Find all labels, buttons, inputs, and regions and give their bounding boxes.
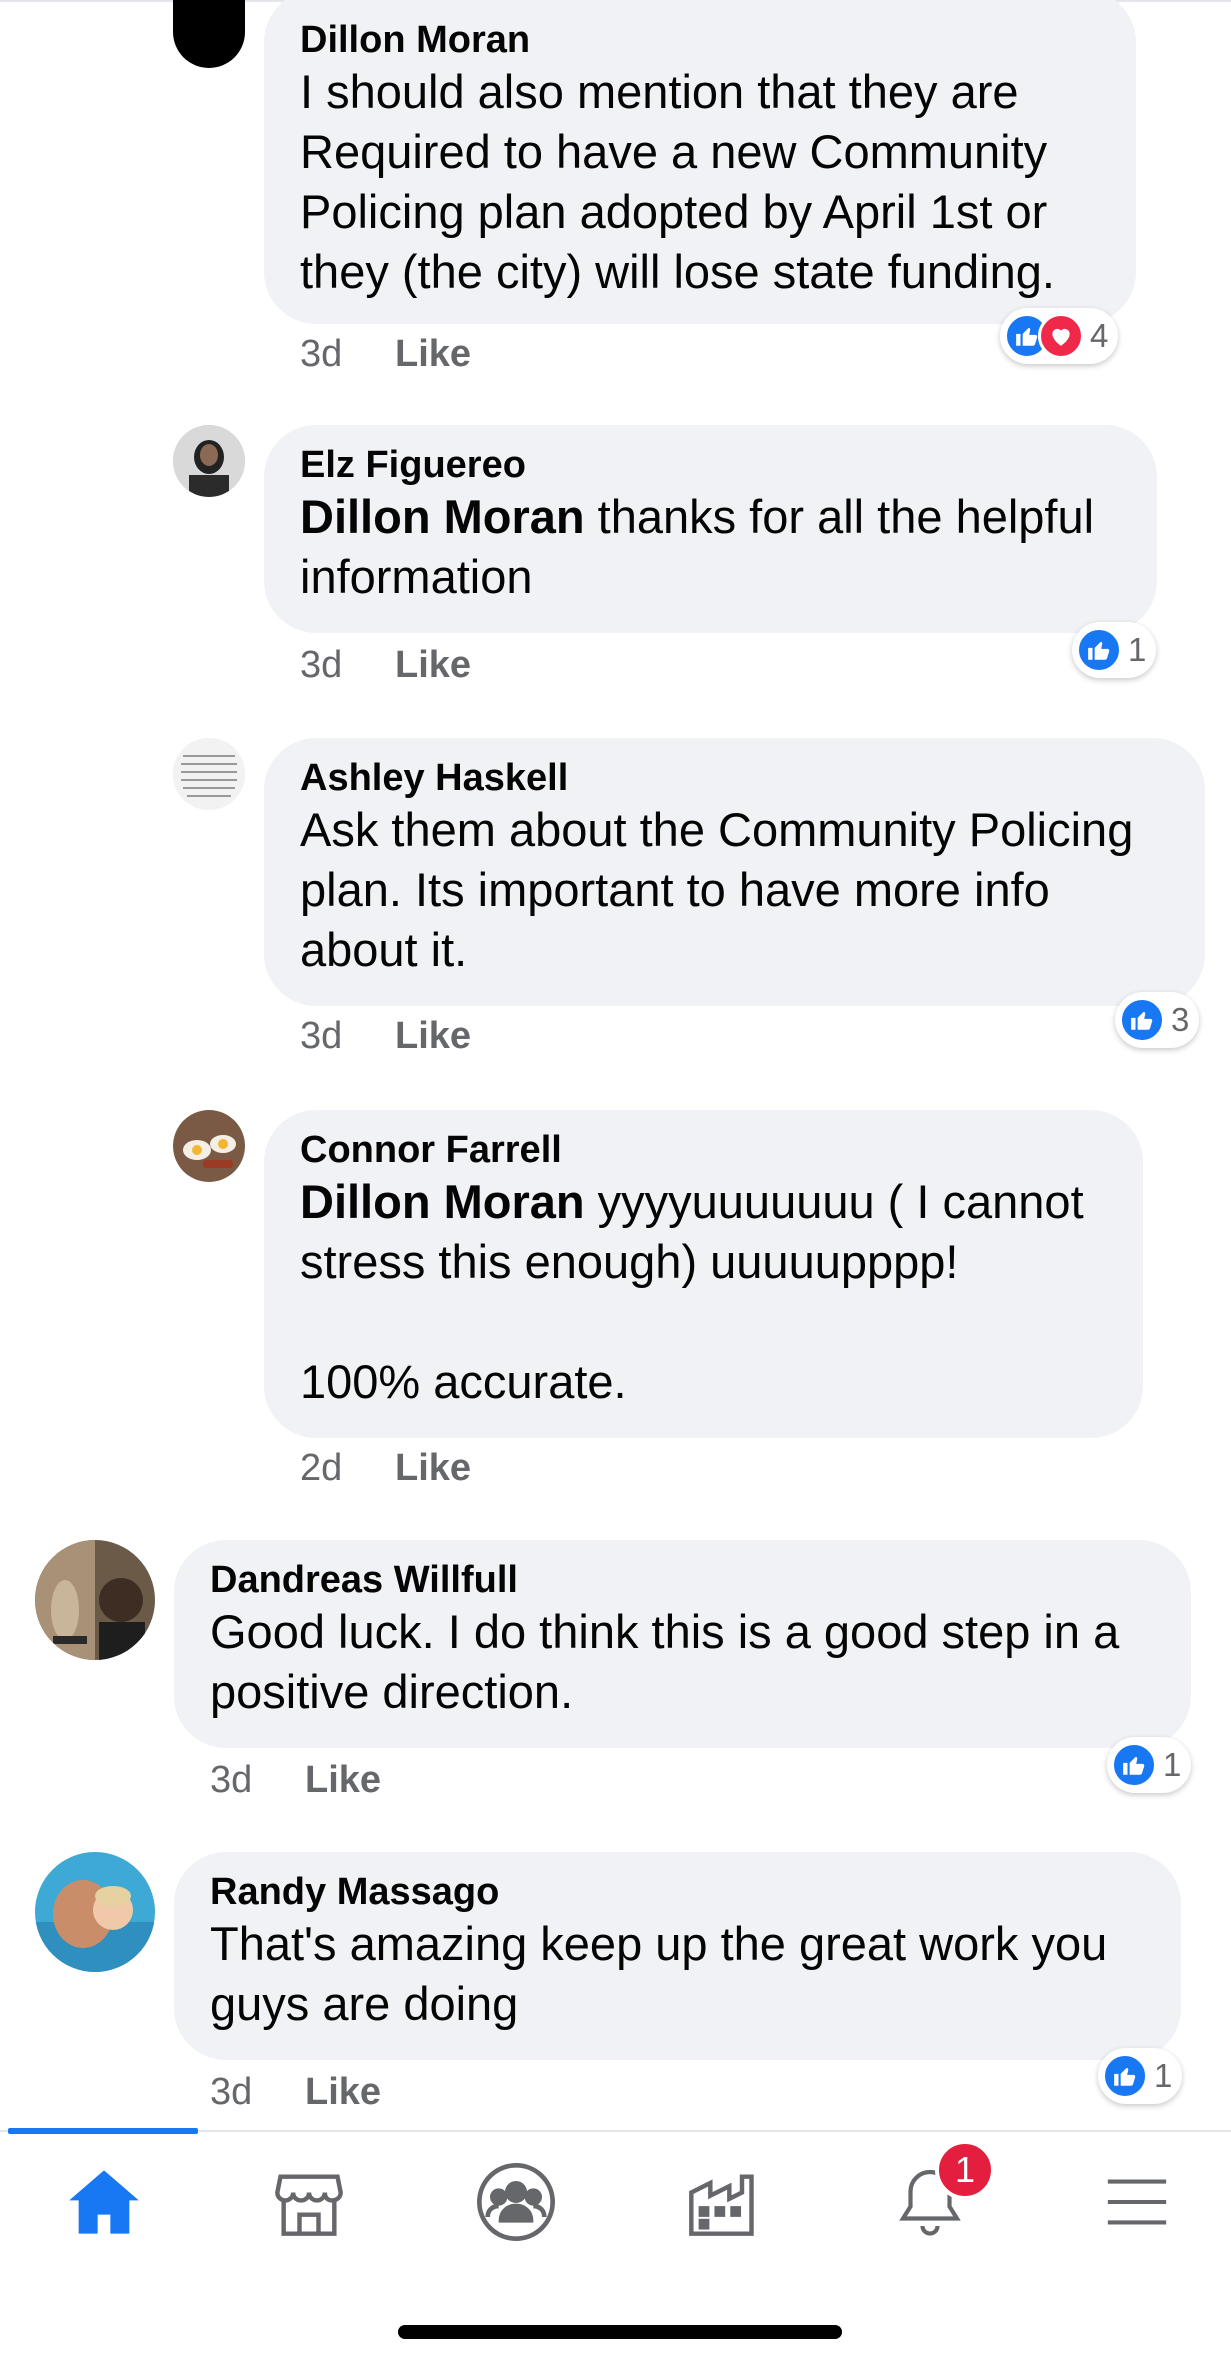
love-icon [1038,313,1084,359]
comment-text: Good luck. I do think this is a good ste… [210,1605,1120,1718]
avatar[interactable] [35,1540,155,1660]
home-indicator[interactable] [398,2325,842,2339]
avatar[interactable] [173,0,245,68]
comment-text: Ask them about the Community Policing pl… [300,803,1134,976]
reaction-count: 3 [1171,1001,1190,1038]
mention-link[interactable]: Dillon Moran [300,490,585,543]
comment-bubble: Connor Farrell Dillon Moran yyyyuuuuuuu … [264,1110,1143,1438]
comment-meta: 3d Like [210,2070,381,2114]
comment-meta: 2d Like [300,1446,471,1490]
comment-bubble: Dandreas Willfull Good luck. I do think … [174,1540,1191,1748]
marketplace-icon[interactable] [249,2152,369,2252]
comment-text: That's amazing keep up the great work yo… [210,1917,1108,2030]
reaction-summary[interactable]: 1 [1107,1737,1192,1793]
reaction-count: 1 [1154,2057,1173,2094]
comment-text: Dillon Moran yyyyuuuuuuu ( I cannot stre… [300,1172,1107,1412]
like-icon [1102,2053,1148,2099]
reaction-summary[interactable]: 3 [1115,992,1200,1048]
notification-badge: 1 [935,2140,995,2200]
avatar[interactable] [173,738,245,810]
groups-icon[interactable] [456,2152,576,2252]
active-tab-indicator [8,2128,198,2134]
comment-author[interactable]: Dandreas Willfull [210,1558,1155,1602]
comment-time[interactable]: 3d [300,643,395,687]
comment-bubble: Ashley Haskell Ask them about the Commun… [264,738,1205,1006]
reaction-count: 1 [1163,1746,1182,1783]
like-button[interactable]: Like [395,1447,471,1489]
comment-time[interactable]: 3d [300,332,395,376]
comment-author[interactable]: Ashley Haskell [300,756,1169,800]
reaction-count: 4 [1090,317,1109,354]
reaction-summary[interactable]: 1 [1072,622,1157,678]
pages-icon[interactable] [663,2152,783,2252]
comment-time[interactable]: 3d [300,1014,395,1058]
comment-meta: 3d Like [300,1014,471,1058]
comment-author[interactable]: Dillon Moran [300,18,1100,62]
like-button[interactable]: Like [395,644,471,686]
menu-icon[interactable] [1077,2152,1197,2252]
comment-author[interactable]: Connor Farrell [300,1128,1107,1172]
like-button[interactable]: Like [395,1015,471,1057]
comment-meta: 3d Like [300,332,471,376]
avatar[interactable] [35,1852,155,1972]
reaction-summary[interactable]: 4 [1000,308,1119,364]
reaction-summary[interactable]: 1 [1098,2048,1183,2104]
like-icon [1119,997,1165,1043]
comment-time[interactable]: 3d [210,2070,305,2114]
like-button[interactable]: Like [305,1759,381,1801]
like-button[interactable]: Like [395,333,471,375]
like-button[interactable]: Like [305,2071,381,2113]
comment-meta: 3d Like [210,1758,381,1802]
comment-meta: 3d Like [300,643,471,687]
comment-time[interactable]: 2d [300,1446,395,1490]
comment-time[interactable]: 3d [210,1758,305,1802]
comment-bubble: Dillon Moran I should also mention that … [264,0,1136,324]
comment-bubble: Elz Figuereo Dillon Moran thanks for all… [264,425,1157,633]
comment-text: Dillon Moran thanks for all the helpful … [300,487,1121,607]
comment-text: I should also mention that they are Requ… [300,65,1055,298]
avatar[interactable] [173,425,245,497]
like-icon [1076,627,1122,673]
home-icon[interactable] [44,2152,164,2252]
comment-author[interactable]: Elz Figuereo [300,443,1121,487]
comment-bubble: Randy Massago That's amazing keep up the… [174,1852,1181,2060]
like-icon [1111,1742,1157,1788]
comment-author[interactable]: Randy Massago [210,1870,1145,1914]
reaction-count: 1 [1128,631,1147,668]
mention-link[interactable]: Dillon Moran [300,1175,585,1228]
avatar[interactable] [173,1110,245,1182]
